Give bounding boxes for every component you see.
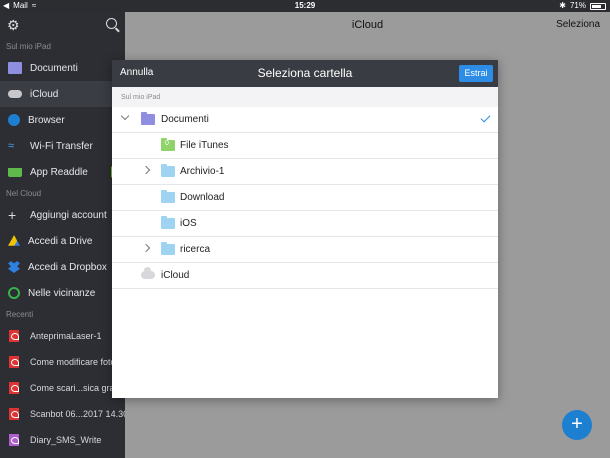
recent-item[interactable]: Diary_SMS_Write — [0, 427, 125, 453]
folder-label: iCloud — [161, 270, 190, 281]
status-time: 15:29 — [294, 1, 316, 10]
sidebar: ⚙ Sul mio iPad Documenti iCloud Browser … — [0, 12, 125, 458]
section-label-cloud: Nel Cloud — [6, 189, 42, 198]
gear-icon[interactable]: ⚙ — [7, 18, 20, 32]
sidebar-item-label: Aggiungi account — [30, 209, 107, 221]
sidebar-item-drive[interactable]: Accedi a Drive — [0, 228, 125, 254]
sidebar-item-icloud[interactable]: iCloud — [0, 81, 125, 107]
dialog-header: Annulla Seleziona cartella Estrai — [112, 60, 498, 87]
folder-row-file-itunes[interactable]: File iTunes — [112, 133, 498, 159]
select-button[interactable]: Seleziona — [556, 19, 600, 30]
section-label-recent: Recenti — [6, 310, 34, 319]
pdf-icon — [9, 330, 19, 342]
folder-label: ricerca — [180, 244, 211, 255]
folder-label: iOS — [180, 218, 197, 229]
folder-label: Download — [180, 192, 225, 203]
dialog-title: Seleziona cartella — [257, 66, 353, 80]
sidebar-item-browser[interactable]: Browser — [0, 107, 125, 133]
folder-icon — [161, 242, 175, 255]
sidebar-item-label: Accedi a Dropbox — [28, 261, 107, 273]
itunes-folder-icon — [161, 138, 175, 151]
sidebar-item-label: Nelle vicinanze — [28, 287, 96, 299]
extract-button[interactable]: Estrai — [459, 65, 493, 82]
sidebar-item-wifi-transfer[interactable]: ≈ Wi-Fi Transfer — [0, 133, 125, 159]
wifi-icon: ≈ — [8, 140, 15, 152]
folder-icon — [161, 190, 175, 203]
chevron-right-icon[interactable] — [141, 243, 151, 253]
search-icon[interactable] — [106, 18, 117, 29]
folder-icon — [161, 164, 175, 177]
cloud-icon — [8, 90, 22, 98]
file-icon — [9, 434, 19, 446]
dropbox-icon — [8, 261, 20, 273]
chevron-down-icon[interactable] — [120, 111, 130, 121]
recent-item[interactable]: Come modificare foto — [0, 349, 125, 375]
sidebar-item-label: Wi-Fi Transfer — [30, 140, 93, 152]
bluetooth-icon: ✱ — [559, 1, 566, 10]
nearby-icon — [8, 287, 20, 299]
cloud-icon — [141, 267, 155, 279]
pdf-icon — [9, 356, 19, 368]
folder-row-ios[interactable]: iOS — [112, 211, 498, 237]
sidebar-item-dropbox[interactable]: Accedi a Dropbox — [0, 254, 125, 280]
folder-icon — [161, 216, 175, 229]
dialog-section-label: Sul mio iPad — [112, 87, 498, 107]
sidebar-item-label: Accedi a Drive — [28, 235, 93, 247]
recent-item[interactable]: Scanbot 06...2017 14.30 — [0, 401, 125, 427]
select-folder-dialog: Annulla Seleziona cartella Estrai Sul mi… — [112, 60, 498, 398]
checkmark-icon — [480, 112, 491, 123]
sidebar-item-label: Browser — [28, 114, 65, 126]
folder-icon — [141, 112, 155, 125]
sidebar-item-label: Documenti — [30, 62, 78, 74]
sidebar-item-documenti[interactable]: Documenti — [0, 55, 125, 81]
battery-icon — [590, 2, 606, 10]
add-button[interactable]: + — [562, 410, 592, 440]
folder-row-documenti[interactable]: Documenti — [112, 107, 498, 133]
status-bar: ◀ Mail ≈ 15:29 ✱ 71% — [0, 0, 610, 12]
main-header: iCloud Seleziona — [125, 12, 610, 38]
plus-icon: + — [8, 207, 17, 223]
drive-icon — [8, 235, 20, 246]
recent-item[interactable]: AnteprimaLaser-1 — [0, 323, 125, 349]
pdf-icon — [9, 382, 19, 394]
sidebar-item-app-readdle[interactable]: App Readdle 8 — [0, 159, 125, 185]
folder-label: Archivio-1 — [180, 166, 225, 177]
recent-item[interactable]: Come scari...sica gratis — [0, 375, 125, 401]
pdf-icon — [9, 408, 19, 420]
folder-icon — [8, 62, 22, 74]
folder-row-download[interactable]: Download — [112, 185, 498, 211]
compass-icon — [8, 114, 20, 126]
sidebar-item-label: iCloud — [30, 88, 59, 100]
sidebar-item-label: App Readdle — [30, 166, 88, 178]
folder-row-icloud[interactable]: iCloud — [112, 263, 498, 289]
sidebar-item-add-account[interactable]: + Aggiungi account — [0, 202, 125, 228]
chevron-right-icon[interactable] — [141, 165, 151, 175]
page-title: iCloud — [351, 19, 384, 31]
section-label-ipad: Sul mio iPad — [6, 42, 51, 51]
battery-percent: 71% — [569, 1, 586, 10]
folder-row-ricerca[interactable]: ricerca — [112, 237, 498, 263]
folder-label: Documenti — [161, 114, 209, 125]
cart-icon — [8, 167, 22, 177]
sidebar-item-nearby[interactable]: Nelle vicinanze — [0, 280, 125, 306]
folder-label: File iTunes — [180, 140, 229, 151]
folder-row-archivio[interactable]: Archivio-1 — [112, 159, 498, 185]
